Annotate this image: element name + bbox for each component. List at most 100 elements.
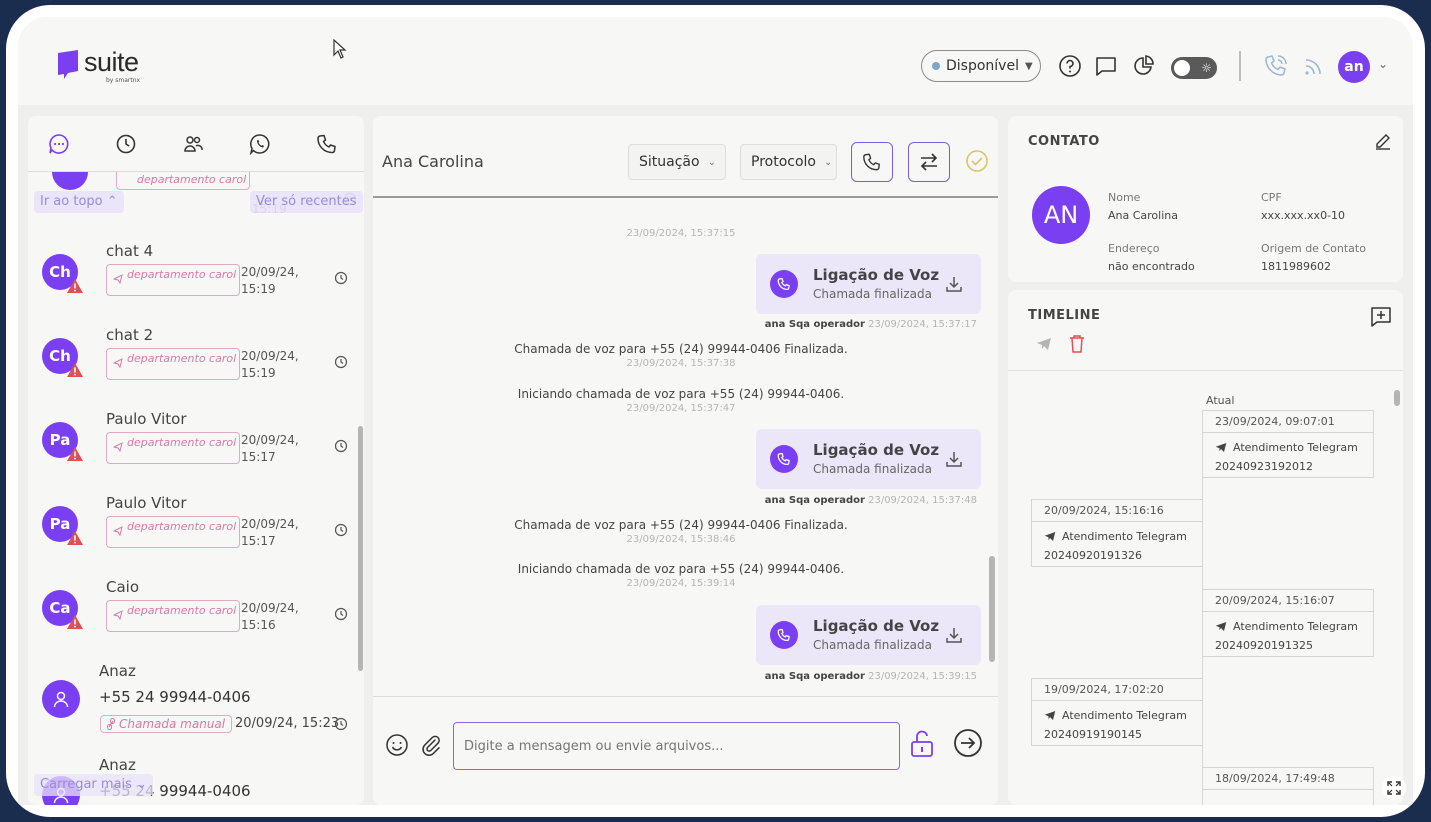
call-button[interactable] — [851, 142, 893, 182]
telegram-icon — [113, 610, 123, 620]
chat-timestamp: 20/09/24, 15:16 — [241, 600, 299, 634]
chat-name: chat 4 — [106, 242, 154, 260]
clock-icon — [116, 134, 136, 154]
chat-list-item[interactable]: Pa Paulo Vitor departamento carol 20/09/… — [28, 494, 354, 578]
voice-call-title: Ligação de Voz — [813, 617, 940, 635]
telegram-icon — [113, 358, 123, 368]
send-arrow-icon[interactable] — [953, 728, 983, 758]
tab-calls[interactable] — [315, 132, 339, 156]
chat-name: chat 2 — [106, 326, 154, 344]
chat-list-item[interactable]: Ch chat 2 departamento carol 20/09/24, 15… — [28, 326, 354, 410]
message-text: Chamada de voz para +55 (24) 99944-0406 … — [514, 342, 848, 356]
system-message: 23/09/2024, 15:37:15 — [373, 227, 989, 240]
voice-call-status: Chamada finalizada — [813, 287, 932, 301]
trash-icon[interactable] — [1068, 334, 1086, 354]
header-divider — [1239, 51, 1241, 81]
timeline-divider — [1008, 370, 1403, 371]
link-icon — [107, 718, 115, 730]
scroll-to-top-button[interactable]: Ir ao topo ⌃ — [34, 191, 124, 213]
recent-only-button[interactable]: Ver só recentes — [250, 191, 363, 213]
theme-toggle[interactable]: ☼ — [1171, 57, 1217, 79]
expand-icon — [1387, 781, 1401, 795]
timeline-filters — [1036, 334, 1086, 354]
edit-pencil-icon[interactable] — [1374, 132, 1392, 150]
clock-icon — [334, 271, 348, 285]
situation-dropdown[interactable]: Situação ⌄ — [628, 144, 726, 180]
contact-section-title: CONTATO — [1028, 134, 1100, 149]
load-more-button[interactable]: Carregar mais ⌄ — [34, 774, 153, 796]
availability-status-dropdown[interactable]: Disponível ▼ — [921, 50, 1041, 82]
chat-list-item[interactable]: Ca Caio departamento carol 20/09/24, 15:1… — [28, 578, 354, 662]
chat-list-scroll-thumb[interactable] — [358, 426, 363, 671]
logo[interactable]: suite by smartnx — [56, 49, 140, 84]
tab-active-chats[interactable] — [47, 132, 71, 156]
message-time: 23/09/2024, 15:37:38 — [626, 358, 736, 369]
voice-call-title: Ligação de Voz — [813, 266, 940, 284]
telegram-filter-icon[interactable] — [1036, 337, 1052, 351]
chat-name: Anaz — [99, 756, 136, 774]
department-label: departamento carol — [127, 604, 237, 617]
timeline-event-card[interactable]: 18/09/2024, 17:49:48 — [1202, 767, 1374, 805]
user-avatar[interactable]: an — [1338, 51, 1370, 83]
telegram-icon — [113, 442, 123, 452]
timeline-scrollbar[interactable] — [1394, 390, 1400, 406]
recent-only-label: Ver só recentes — [256, 194, 357, 209]
chat-date: 20/09/24, — [241, 433, 299, 447]
chevron-down-icon: ⌄ — [136, 777, 147, 792]
timeline-event-card[interactable]: 20/09/2024, 15:16:16 Atendimento Telegra… — [1031, 499, 1203, 567]
phone-icon — [777, 452, 790, 466]
timeline-event-type: Atendimento Telegram — [1233, 620, 1358, 633]
emoji-icon[interactable] — [385, 733, 409, 757]
chevron-down-icon: ⌄ — [707, 156, 716, 168]
system-message: Iniciando chamada de voz para +55 (24) 9… — [373, 562, 989, 590]
telegram-icon — [1215, 622, 1227, 631]
chat-list-panel: departamento carol 15:19 Ir ao topo ⌃ Ve… — [28, 116, 364, 805]
voice-call-card[interactable]: Ligação de Voz Chamada finalizada — [756, 254, 981, 314]
message-text: Chamada de voz para +55 (24) 99944-0406 … — [514, 518, 848, 532]
timeline-event-card[interactable]: 19/09/2024, 17:02:20 Atendimento Telegra… — [1031, 678, 1203, 746]
field-label-address: Endereço — [1108, 242, 1160, 255]
tab-whatsapp[interactable] — [248, 132, 272, 156]
timeline-section-title: TIMELINE — [1028, 308, 1101, 323]
conversation-title: Ana Carolina — [382, 152, 484, 171]
connection-button[interactable] — [1300, 52, 1328, 80]
protocol-dropdown[interactable]: Protocolo ⌄ — [740, 144, 837, 180]
reports-button[interactable] — [1130, 52, 1158, 80]
chat-time: 15:16 — [241, 618, 276, 632]
chat-timestamp: 20/09/24, 15:19 — [241, 264, 299, 298]
unlock-icon[interactable] — [909, 730, 935, 758]
chat-list-item[interactable]: Anaz +55 24 99944-0406 Chamada manual 20… — [28, 662, 354, 752]
download-icon[interactable] — [944, 274, 964, 294]
timeline-event-card[interactable]: 23/09/2024, 09:07:01 Atendimento Telegra… — [1202, 410, 1374, 478]
field-value-name: Ana Carolina — [1108, 209, 1178, 222]
transfer-button[interactable] — [908, 142, 950, 182]
tab-history[interactable] — [114, 132, 138, 156]
help-button[interactable] — [1056, 52, 1084, 80]
timeline-event-card[interactable]: 20/09/2024, 15:16:07 Atendimento Telegra… — [1202, 589, 1374, 657]
download-icon[interactable] — [944, 449, 964, 469]
timeline-event-date: 19/09/2024, 17:02:20 — [1032, 679, 1202, 701]
message-time: 23/09/2024, 15:39:15 — [868, 671, 977, 682]
chat-list-item[interactable]: Ch chat 4 departamento carol 20/09/24, 15… — [28, 242, 354, 326]
fullscreen-button[interactable] — [1382, 776, 1406, 800]
tab-contacts[interactable] — [181, 132, 205, 156]
chat-list-item[interactable]: Pa Paulo Vitor departamento carol 20/09/… — [28, 410, 354, 494]
conversation-scrollbar[interactable] — [989, 556, 995, 662]
paperclip-icon[interactable] — [419, 733, 443, 757]
timeline-event-date: 20/09/2024, 15:16:16 — [1032, 500, 1202, 522]
voice-call-card[interactable]: Ligação de Voz Chamada finalizada — [756, 605, 981, 665]
timeline-event-type: Atendimento Telegram — [1233, 441, 1358, 454]
chat-date: 20/09/24, — [241, 601, 299, 615]
timeline-event-id: 20240919190145 — [1044, 728, 1142, 741]
department-tag: departamento carol — [106, 348, 240, 380]
phone-status-button[interactable] — [1262, 52, 1290, 80]
download-icon[interactable] — [944, 625, 964, 645]
add-note-icon[interactable] — [1370, 306, 1392, 328]
voice-call-card[interactable]: Ligação de Voz Chamada finalizada — [756, 429, 981, 489]
telegram-icon — [1215, 443, 1227, 452]
protocol-label: Protocolo — [751, 154, 816, 170]
user-menu-chevron-icon[interactable]: ⌄ — [1378, 57, 1388, 71]
finish-check-icon[interactable] — [965, 149, 989, 173]
messages-button[interactable] — [1092, 52, 1120, 80]
message-input[interactable] — [453, 722, 900, 770]
